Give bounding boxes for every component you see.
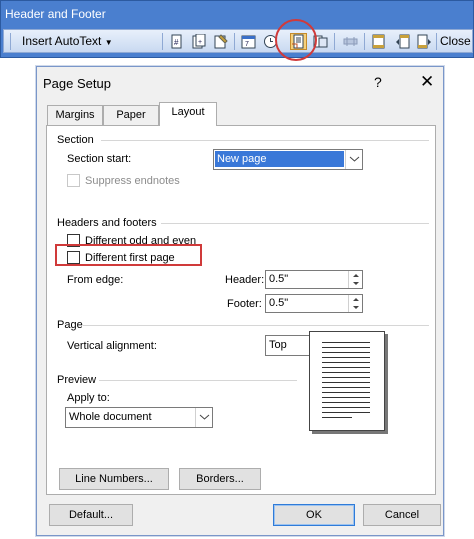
annotation-box-highlight [55, 244, 202, 266]
apply-to-value: Whole document [69, 411, 152, 423]
show-previous-icon [396, 34, 410, 49]
section-start-select[interactable]: New page [213, 149, 363, 170]
page-number-icon: # [171, 34, 182, 49]
calendar-icon: 7 [241, 35, 256, 49]
insert-autotext-label: Insert AutoText [22, 34, 102, 48]
header-distance-label: Header: [225, 274, 265, 286]
close-icon[interactable]: ✕ [420, 72, 434, 92]
ok-button[interactable]: OK [273, 504, 355, 526]
format-page-number-icon [214, 34, 228, 49]
show-next-button[interactable] [416, 33, 433, 50]
preview-text-line [322, 382, 370, 383]
apply-to-label: Apply to: [67, 392, 110, 404]
preview-text-line [322, 372, 370, 373]
preview-text-line [322, 407, 370, 408]
preview-text-line [322, 412, 370, 413]
line-numbers-button[interactable]: Line Numbers... [59, 468, 169, 490]
svg-text:7: 7 [245, 41, 249, 48]
toolbar-separator [334, 33, 335, 50]
spin-arrows-icon[interactable] [348, 271, 362, 288]
insert-autotext-button[interactable]: Insert AutoText ▼ [22, 33, 134, 50]
toolbar-separator [162, 33, 163, 50]
show-next-icon [417, 34, 431, 49]
headers-footers-heading: Headers and footers [57, 217, 157, 229]
preview-text-line [322, 357, 370, 358]
preview-heading: Preview [57, 374, 97, 386]
toolbar-grip[interactable] [10, 33, 11, 50]
borders-button[interactable]: Borders... [179, 468, 261, 490]
switch-header-footer-button[interactable] [370, 33, 387, 50]
suppress-endnotes-checkbox[interactable] [67, 174, 80, 187]
from-edge-label: From edge: [67, 274, 124, 286]
footer-distance-stepper[interactable]: 0.5" [265, 294, 363, 313]
preview-text-line [322, 377, 370, 378]
header-footer-toolbar-window: Header and Footer Insert AutoText ▼ # + … [0, 0, 474, 58]
tab-paper[interactable]: Paper [103, 105, 159, 125]
preview-text-line [322, 347, 370, 348]
format-page-number-button[interactable] [212, 33, 229, 50]
link-to-previous-button[interactable] [342, 33, 359, 50]
vertical-alignment-label: Vertical alignment: [67, 340, 157, 352]
apply-to-select[interactable]: Whole document [65, 407, 213, 428]
svg-text:+: + [198, 39, 202, 46]
toolbar-separator [436, 33, 437, 50]
chevron-down-icon [345, 150, 362, 169]
page-heading: Page [57, 319, 83, 331]
preview-text-line [322, 417, 352, 418]
insert-number-of-pages-button[interactable]: + [190, 33, 207, 50]
toolbar-title: Header and Footer [5, 7, 106, 21]
preview-text-line [322, 352, 370, 353]
help-button[interactable]: ? [374, 74, 382, 90]
suppress-endnotes-label: Suppress endnotes [85, 175, 180, 187]
show-previous-button[interactable] [394, 33, 411, 50]
annotation-circle-highlight [275, 19, 317, 61]
section-start-value: New page [215, 151, 344, 167]
preview-text-line [322, 342, 370, 343]
preview-text-line [322, 387, 370, 388]
toolbar-separator [234, 33, 235, 50]
section-start-label: Section start: [67, 153, 132, 165]
group-divider [161, 223, 429, 224]
insert-date-button[interactable]: 7 [240, 33, 257, 50]
dialog-title: Page Setup [43, 76, 111, 91]
toolbar-separator [364, 33, 365, 50]
switch-header-footer-icon [372, 34, 385, 49]
default-button[interactable]: Default... [49, 504, 133, 526]
page-setup-dialog: Page Setup ? ✕ Margins Paper Layout Sect… [36, 66, 444, 536]
section-heading: Section [57, 134, 94, 146]
dropdown-arrow-icon: ▼ [104, 38, 113, 47]
group-divider [99, 380, 297, 381]
insert-page-number-button[interactable]: # [168, 33, 185, 50]
tab-layout[interactable]: Layout [159, 102, 217, 126]
preview-text-line [322, 367, 370, 368]
close-header-footer-button[interactable]: Close [440, 33, 472, 50]
vertical-alignment-value: Top [269, 339, 287, 351]
preview-text-line [322, 402, 370, 403]
chevron-down-icon [195, 408, 212, 427]
preview-text-line [322, 392, 370, 393]
header-footer-toolbar: Insert AutoText ▼ # + 7 Close [3, 29, 473, 53]
footer-distance-value: 0.5" [269, 297, 289, 309]
spin-arrows-icon[interactable] [348, 295, 362, 312]
cancel-button[interactable]: Cancel [363, 504, 441, 526]
svg-text:#: # [174, 38, 179, 47]
footer-distance-label: Footer: [227, 298, 262, 310]
group-divider [101, 140, 429, 141]
header-distance-value: 0.5" [269, 273, 289, 285]
page-preview-thumbnail [309, 331, 385, 431]
group-divider [83, 325, 429, 326]
number-of-pages-icon: + [192, 34, 206, 49]
header-distance-stepper[interactable]: 0.5" [265, 270, 363, 289]
preview-text-line [322, 397, 370, 398]
preview-text-line [322, 362, 370, 363]
link-to-previous-icon [343, 37, 358, 46]
tab-margins[interactable]: Margins [47, 105, 103, 125]
